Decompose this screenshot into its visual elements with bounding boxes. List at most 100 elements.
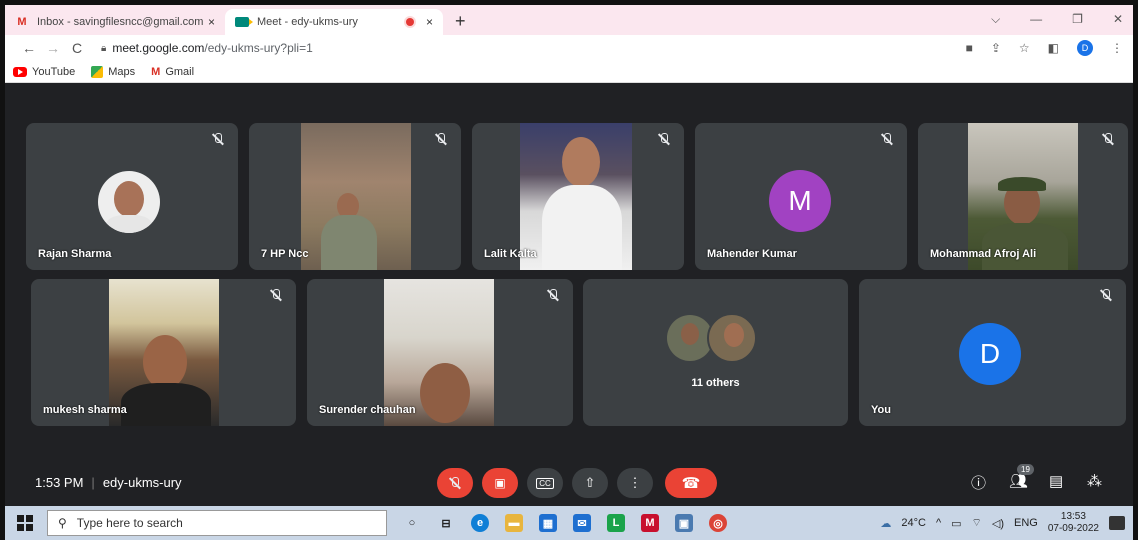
tab-meet[interactable]: Meet - edy-ukms-ury × xyxy=(225,9,443,35)
mic-toggle-button[interactable] xyxy=(437,468,473,498)
bookmark-label: YouTube xyxy=(32,65,76,78)
participant-name: 7 HP Ncc xyxy=(261,248,309,260)
participant-name: Surender chauhan xyxy=(319,404,416,416)
restore-button[interactable]: ❐ xyxy=(1072,12,1083,27)
participant-name: Lalit Kalta xyxy=(484,248,537,260)
bookmark-youtube[interactable]: YouTube xyxy=(13,66,75,78)
participant-tile[interactable]: Mohammad Afroj Ali xyxy=(918,123,1128,270)
participant-tile[interactable]: mukesh sharma xyxy=(31,279,296,426)
info-icon[interactable]: ⓘ xyxy=(971,472,986,493)
language-indicator[interactable]: ENG xyxy=(1014,517,1038,529)
mic-off-icon xyxy=(449,477,461,489)
menu-icon[interactable]: ⋮ xyxy=(1111,41,1123,55)
people-count-badge: 19 xyxy=(1017,464,1034,475)
end-call-icon: ☎︎ xyxy=(681,475,701,492)
close-icon[interactable]: × xyxy=(426,15,433,29)
recording-icon xyxy=(405,18,414,26)
bookmarks-bar: YouTube Maps M Gmail xyxy=(5,61,1133,83)
windows-taskbar: ⚲ Type here to search ○ ⊟ e ▬ ▦ ✉ L M ▣ … xyxy=(5,506,1133,540)
notification-icon[interactable] xyxy=(1109,516,1125,530)
cortana-icon[interactable]: ○ xyxy=(403,514,421,532)
avatar xyxy=(707,313,757,363)
participant-tile[interactable]: Lalit Kalta xyxy=(472,123,684,270)
maps-icon xyxy=(91,65,104,78)
mail-icon[interactable]: ✉ xyxy=(573,514,591,532)
file-explorer-icon[interactable]: ▬ xyxy=(505,514,523,532)
participant-name: You xyxy=(871,404,891,416)
new-tab-button[interactable]: + xyxy=(455,11,466,32)
activities-icon[interactable]: ⁂ xyxy=(1087,472,1102,490)
meeting-code[interactable]: edy-ukms-ury xyxy=(103,475,182,490)
mcafee-icon[interactable]: M xyxy=(641,514,659,532)
tab-gmail[interactable]: M Inbox - savingfilesncc@gmail.com × xyxy=(5,9,225,35)
address-bar-actions: ■ ⇪ ☆ ◧ D ⋮ xyxy=(966,40,1123,56)
address-bar: ← → C 🔒︎ meet.google.com/edy-ukms-ury?pl… xyxy=(5,35,1133,61)
tab-title: Inbox - savingfilesncc@gmail.com xyxy=(37,16,204,28)
window-controls: ⌵ — ❐ ✕ xyxy=(991,12,1123,27)
captions-icon: CC xyxy=(536,477,554,489)
meet-stage: Rajan Sharma 7 HP Ncc Lalit Kalta M Mahe… xyxy=(5,83,1133,506)
bookmark-gmail[interactable]: M Gmail xyxy=(151,66,194,78)
chat-icon[interactable]: ▤ xyxy=(1049,472,1063,490)
task-view-icon[interactable]: ⊟ xyxy=(437,514,455,532)
url-field[interactable]: 🔒︎ meet.google.com/edy-ukms-ury?pli=1 xyxy=(101,41,313,55)
mic-off-icon xyxy=(658,133,670,148)
participant-tile[interactable]: Rajan Sharma xyxy=(26,123,238,270)
lock-icon: 🔒︎ xyxy=(101,42,107,54)
app-icon[interactable]: ▣ xyxy=(675,514,693,532)
gmail-icon: M xyxy=(17,16,27,28)
mic-off-icon xyxy=(212,133,224,148)
mic-off-icon xyxy=(270,289,282,304)
participant-tile[interactable]: Surender chauhan xyxy=(307,279,573,426)
minimize-button[interactable]: — xyxy=(1030,12,1042,27)
close-icon[interactable]: × xyxy=(208,15,215,29)
camera-toggle-button[interactable]: ▣ xyxy=(482,468,518,498)
mic-off-icon xyxy=(435,133,447,148)
participant-name: mukesh sharma xyxy=(43,404,127,416)
gmail-icon: M xyxy=(151,65,161,78)
profile-avatar[interactable]: D xyxy=(1077,40,1093,56)
meeting-details: 1:53 PM | edy-ukms-ury xyxy=(35,475,182,490)
captions-button[interactable]: CC xyxy=(527,468,563,498)
bookmark-maps[interactable]: Maps xyxy=(91,65,135,78)
people-icon[interactable]: 👥︎ 19 xyxy=(1009,464,1034,490)
clock-date: 07-09-2022 xyxy=(1047,523,1099,534)
store-icon[interactable]: ▦ xyxy=(539,514,557,532)
participant-tile[interactable]: 7 HP Ncc xyxy=(249,123,461,270)
weather-icon[interactable]: ☁ xyxy=(880,517,891,530)
windows-start-icon[interactable] xyxy=(17,515,33,531)
leave-call-button[interactable]: ☎︎ xyxy=(665,468,717,498)
others-tile[interactable]: 11 others xyxy=(583,279,848,426)
camera-indicator-icon[interactable]: ■ xyxy=(966,41,973,55)
edge-icon[interactable]: e xyxy=(471,514,489,532)
taskbar-search-input[interactable]: ⚲ Type here to search xyxy=(47,510,387,536)
bookmark-label: Gmail xyxy=(165,65,195,78)
network-icon[interactable]: ⌔ xyxy=(972,516,982,530)
participant-tile[interactable]: M Mahender Kumar xyxy=(695,123,907,270)
chrome-icon[interactable]: ◎ xyxy=(709,514,727,532)
participant-video xyxy=(301,123,411,270)
more-options-button[interactable]: ⋮ xyxy=(617,468,653,498)
app-l-icon[interactable]: L xyxy=(607,514,625,532)
clock-time: 13:53 xyxy=(1060,511,1086,522)
show-hidden-icons[interactable]: ^ xyxy=(936,517,941,529)
battery-icon[interactable]: ▭ xyxy=(951,517,961,530)
reload-icon[interactable]: C xyxy=(67,40,87,56)
meet-icon xyxy=(235,16,253,28)
bookmark-star-icon[interactable]: ☆ xyxy=(1019,41,1030,55)
side-panel-icon[interactable]: ◧ xyxy=(1048,41,1059,55)
search-placeholder: Type here to search xyxy=(76,516,183,530)
share-icon[interactable]: ⇪ xyxy=(991,41,1001,55)
back-icon[interactable]: ← xyxy=(19,40,39,56)
volume-icon[interactable]: ◁) xyxy=(992,517,1004,530)
tab-strip: M Inbox - savingfilesncc@gmail.com × Mee… xyxy=(5,5,1133,35)
participant-name: Rajan Sharma xyxy=(38,248,112,260)
present-button[interactable]: ⇧ xyxy=(572,468,608,498)
weather-temp[interactable]: 24°C xyxy=(901,517,926,529)
forward-icon[interactable]: → xyxy=(43,40,63,56)
close-window-button[interactable]: ✕ xyxy=(1113,12,1123,27)
self-tile[interactable]: D You xyxy=(859,279,1126,426)
youtube-icon xyxy=(13,66,27,77)
tab-search-icon[interactable]: ⌵ xyxy=(991,12,1000,27)
clock[interactable]: 13:53 07-09-2022 xyxy=(1048,511,1099,535)
